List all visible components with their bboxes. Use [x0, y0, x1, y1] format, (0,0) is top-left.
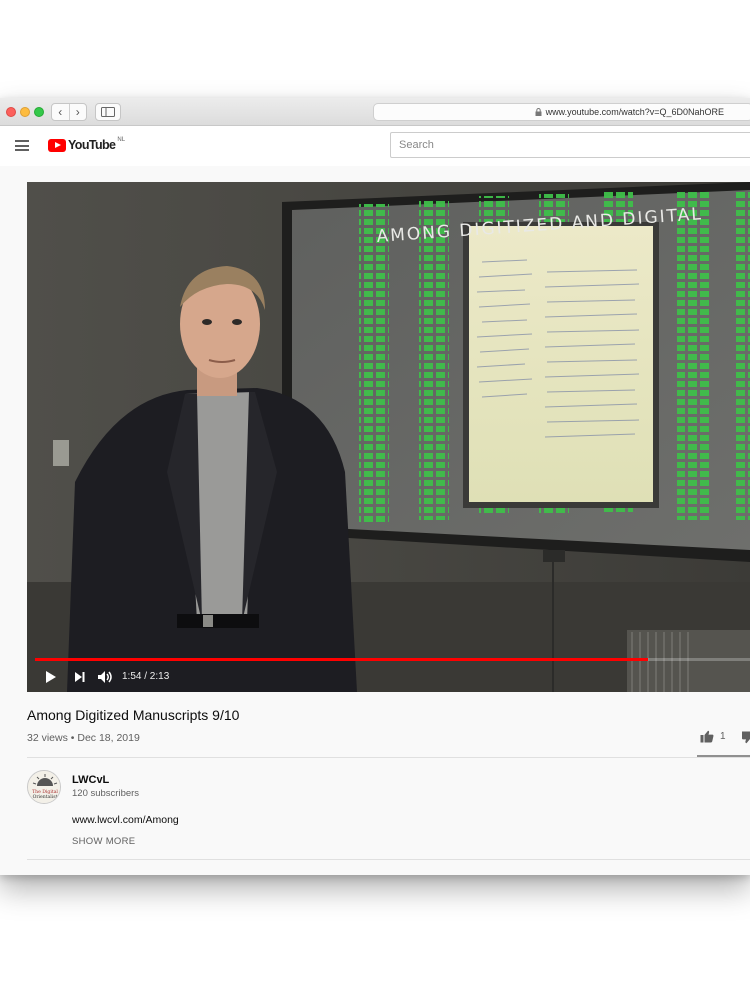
- subscriber-count: 120 subscribers: [72, 788, 140, 799]
- time-display: 1:54 / 2:13: [122, 671, 170, 682]
- forward-button[interactable]: ›: [68, 104, 87, 120]
- video-title: Among Digitized Manuscripts 9/10: [27, 707, 240, 723]
- progress-bar[interactable]: [35, 658, 750, 661]
- chevron-right-icon: ›: [75, 105, 80, 119]
- browser-toolbar: ‹ › www.youtube.com/watch?v=Q_6D0NahORE: [0, 98, 750, 126]
- search-input[interactable]: Search: [390, 132, 750, 158]
- lock-icon: [535, 108, 542, 116]
- channel-name[interactable]: LWCvL: [72, 774, 109, 786]
- sidebar-icon: [101, 107, 115, 117]
- like-button[interactable]: 1: [700, 730, 726, 743]
- volume-icon: [98, 671, 112, 683]
- channel-logo-icon: The Digital Orientalist: [28, 771, 60, 803]
- chevron-left-icon: ‹: [58, 105, 63, 119]
- browser-window: ‹ › www.youtube.com/watch?v=Q_6D0NahORE …: [0, 98, 750, 875]
- thumbs-up-icon: [700, 730, 714, 743]
- history-nav: ‹ ›: [51, 103, 87, 121]
- youtube-header: YouTube NL Search: [0, 126, 750, 166]
- menu-icon[interactable]: [15, 140, 29, 151]
- video-frame: AMONG DIGITIZED AND DIGITAL: [27, 182, 750, 692]
- minimize-window-button[interactable]: [20, 107, 30, 117]
- address-bar[interactable]: www.youtube.com/watch?v=Q_6D0NahORE: [373, 103, 750, 121]
- thumbs-down-icon: [741, 731, 750, 744]
- video-player[interactable]: AMONG DIGITIZED AND DIGITAL 1:54 / 2:13: [27, 182, 750, 692]
- progress-fill: [35, 658, 648, 661]
- divider: [27, 859, 750, 860]
- dislike-button[interactable]: [741, 731, 750, 749]
- video-description[interactable]: www.lwcvl.com/Among: [72, 814, 179, 826]
- play-icon: [46, 671, 56, 683]
- next-button[interactable]: [74, 670, 86, 684]
- back-button[interactable]: ‹: [52, 104, 69, 120]
- play-button[interactable]: [45, 670, 57, 684]
- video-meta: 32 views • Dec 18, 2019: [27, 732, 140, 744]
- country-code: NL: [117, 137, 126, 143]
- show-more-button[interactable]: SHOW MORE: [72, 836, 135, 847]
- zoom-window-button[interactable]: [34, 107, 44, 117]
- player-controls: 1:54 / 2:13: [27, 658, 750, 692]
- close-window-button[interactable]: [6, 107, 16, 117]
- avatar-text-2: Orientalist: [33, 794, 58, 800]
- sidebar-toggle-button[interactable]: [95, 103, 121, 121]
- volume-button[interactable]: [97, 670, 113, 684]
- logo-text: YouTube: [68, 138, 116, 152]
- youtube-logo[interactable]: YouTube NL: [48, 137, 126, 152]
- avatar[interactable]: The Digital Orientalist: [27, 770, 61, 804]
- like-count: 1: [720, 731, 726, 742]
- search-placeholder: Search: [399, 139, 434, 151]
- skip-next-icon: [75, 672, 85, 682]
- divider: [27, 757, 750, 758]
- youtube-play-icon: [48, 138, 66, 152]
- url-text: www.youtube.com/watch?v=Q_6D0NahORE: [545, 107, 724, 117]
